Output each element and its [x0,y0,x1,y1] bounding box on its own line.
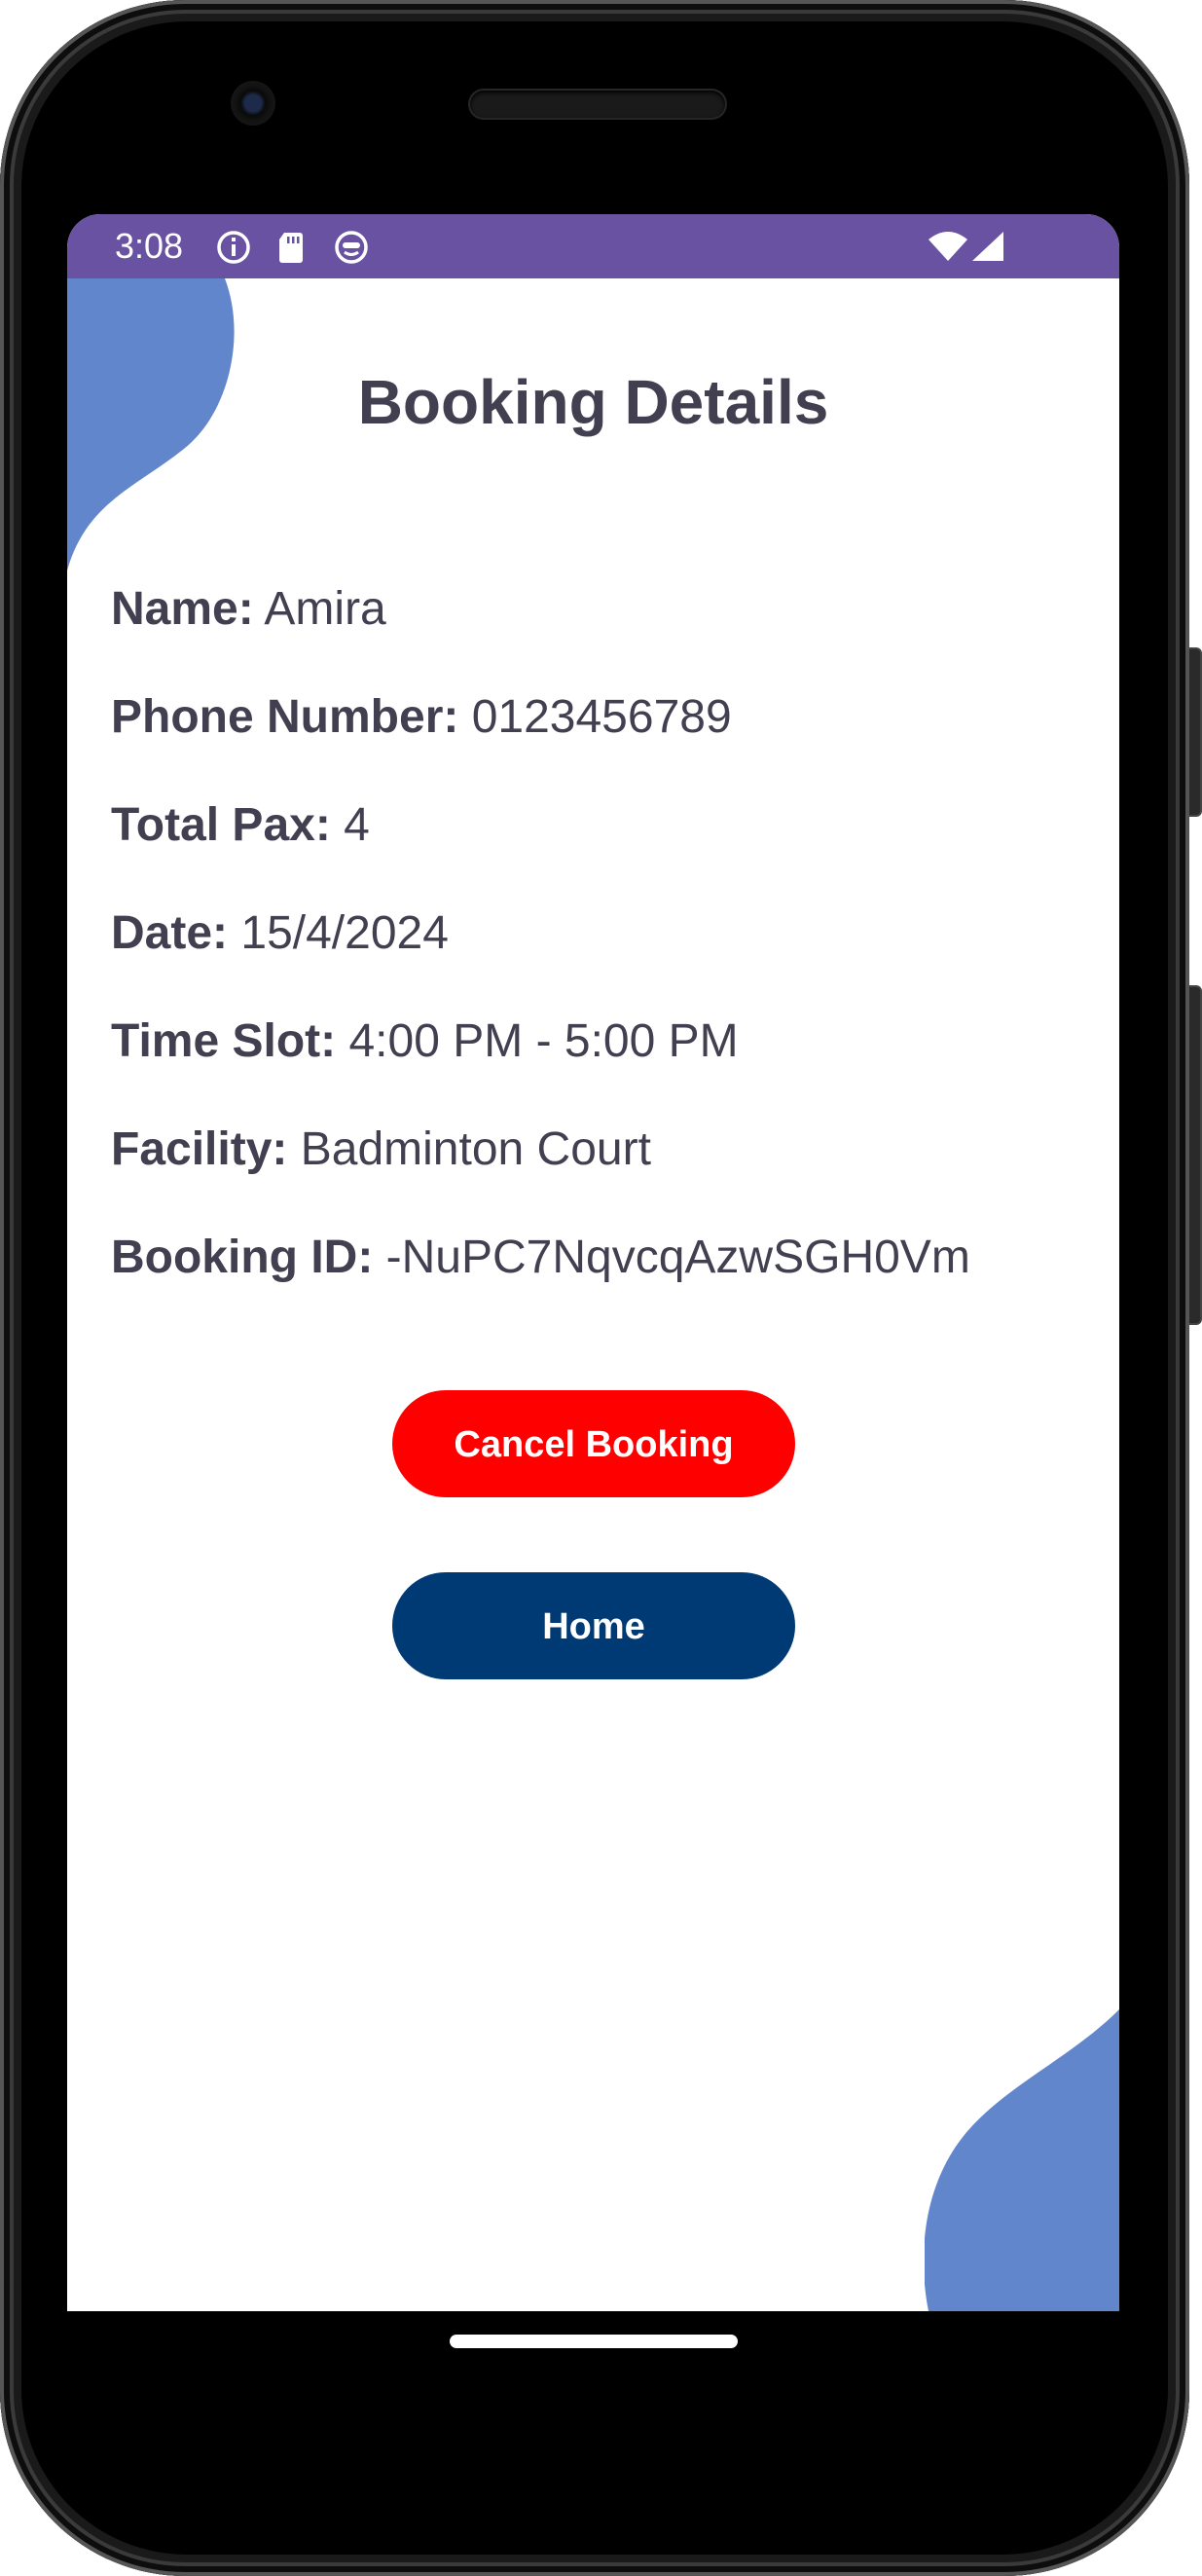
detail-total-pax: Total Pax: 4 [111,796,370,855]
sd-card-icon [279,233,303,263]
detail-label: Phone Number: [111,691,459,743]
booking-details-page: Booking Details Name: Amira Phone Number… [67,278,1119,2311]
detail-date: Date: 15/4/2024 [111,904,449,963]
detail-value: 15/4/2024 [240,907,449,959]
detail-time-slot: Time Slot: 4:00 PM - 5:00 PM [111,1012,739,1071]
detail-booking-id: Booking ID: -NuPC7NqvcqAzwSGH0Vm [111,1229,970,1287]
cancel-booking-button[interactable]: Cancel Booking [392,1390,795,1497]
detail-label: Booking ID: [111,1232,374,1283]
detail-label: Date: [111,907,229,959]
detail-label: Time Slot: [111,1015,337,1067]
detail-name: Name: Amira [111,580,386,639]
detail-value: 4 [344,799,370,851]
cell-signal-icon [972,232,1003,261]
info-icon [217,231,250,264]
earpiece-speaker [470,91,725,118]
page-title: Booking Details [357,367,829,437]
wifi-icon [929,232,967,261]
detail-value: 0123456789 [471,691,732,743]
app-screen: 3:08 Booking Details Name: Amira Phone N… [67,214,1119,2311]
detail-value: -NuPC7NqvcqAzwSGH0Vm [385,1232,970,1283]
home-gesture-handle[interactable] [450,2335,738,2348]
home-button[interactable]: Home [392,1572,795,1679]
decorative-blob-bottom [925,2009,1119,2311]
detail-phone-number: Phone Number: 0123456789 [111,688,732,747]
detail-value: Badminton Court [300,1123,651,1175]
notification-app-icon [335,231,368,264]
detail-label: Facility: [111,1123,288,1175]
detail-label: Name: [111,583,254,635]
detail-facility: Facility: Badminton Court [111,1121,651,1179]
front-camera [234,84,273,123]
status-bar: 3:08 [67,214,1119,278]
status-time: 3:08 [115,226,184,266]
detail-label: Total Pax: [111,799,331,851]
detail-value: 4:00 PM - 5:00 PM [348,1015,739,1067]
detail-value: Amira [264,583,386,635]
device-frame: 3:08 Booking Details Name: Amira Phone N… [0,0,1202,2576]
